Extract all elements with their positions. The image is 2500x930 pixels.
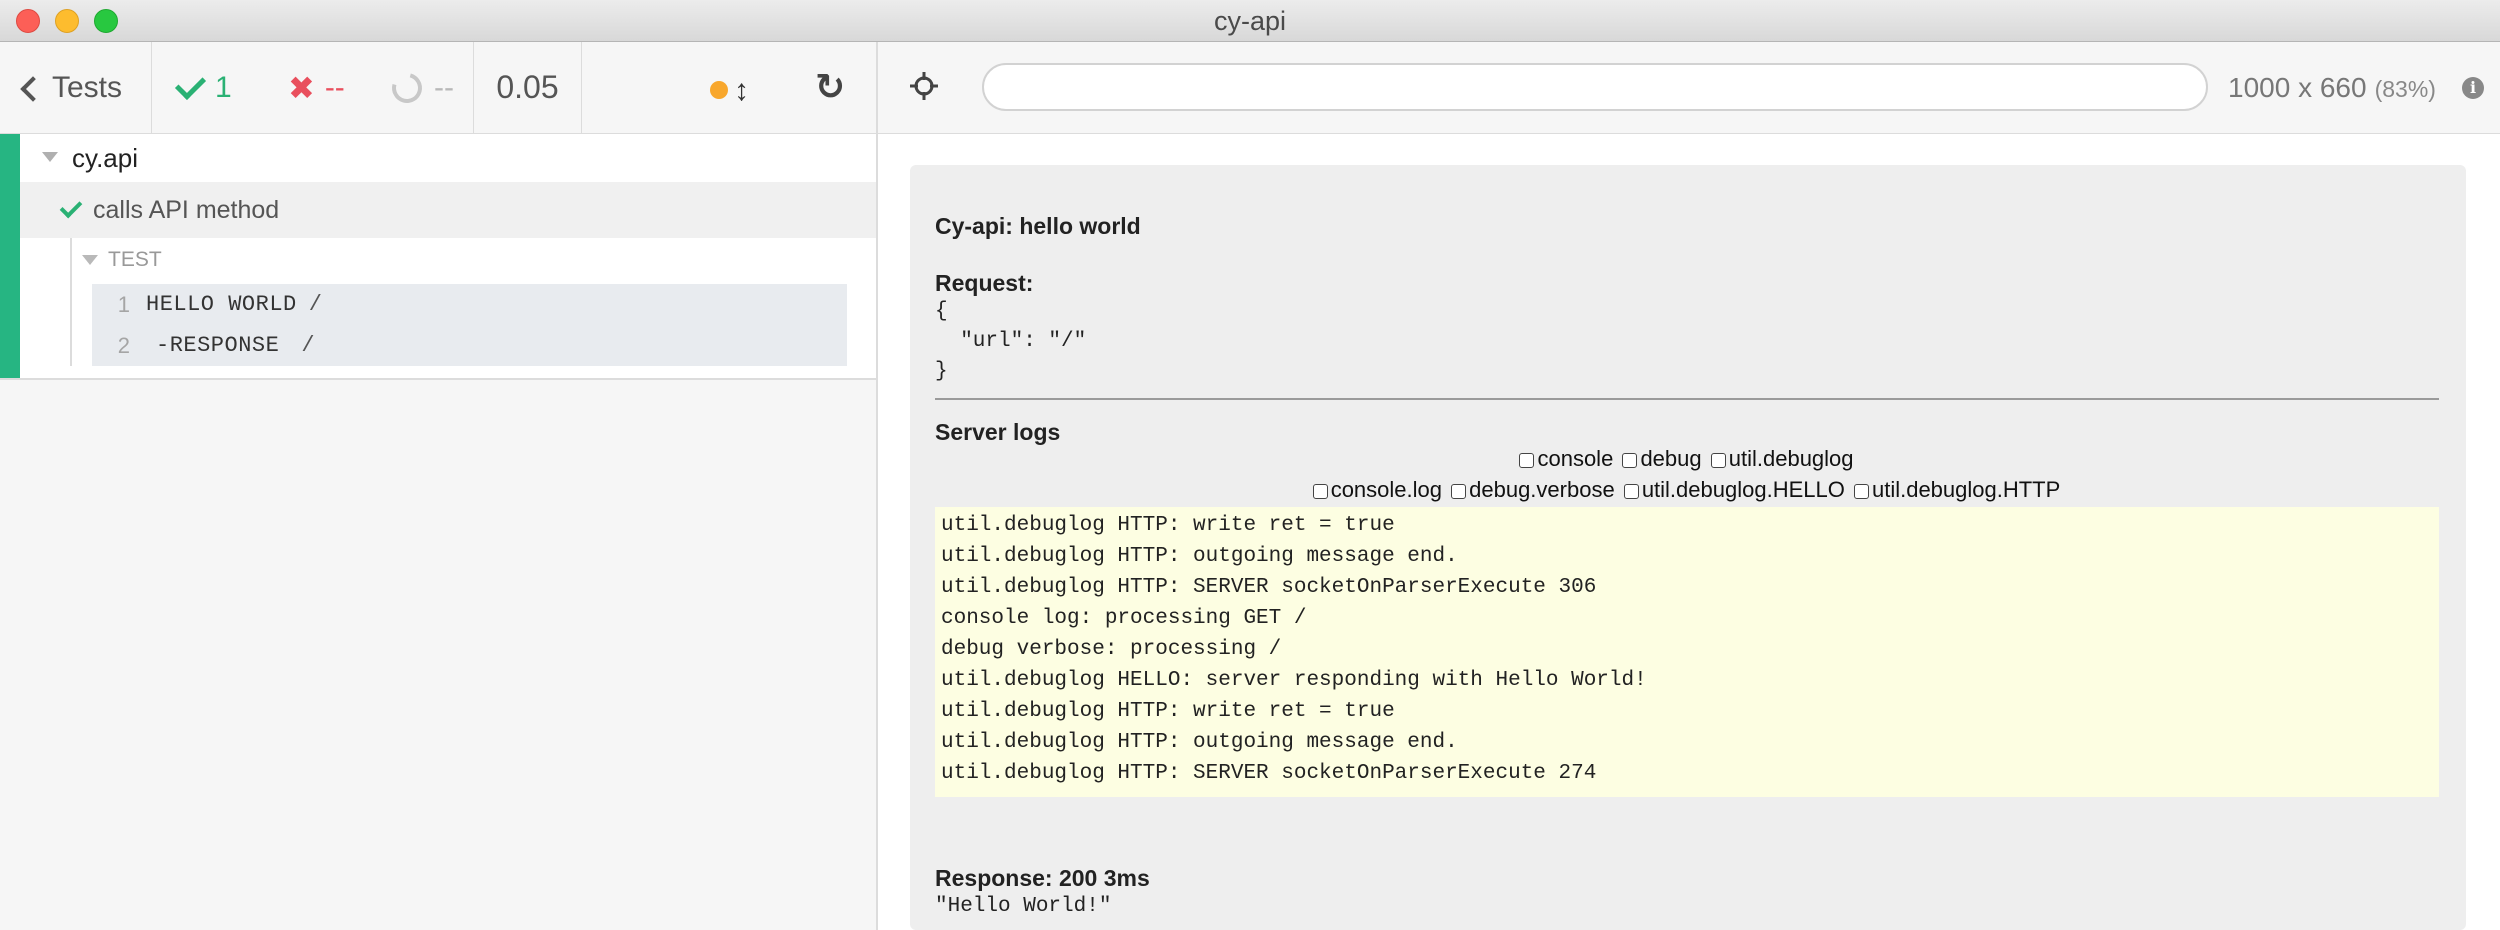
filter-label: util.debuglog.HTTP [1871, 477, 2061, 502]
test-title: calls API method [93, 196, 280, 224]
viewport-size: 1000 x 660 [2228, 72, 2367, 103]
server-logs-label: Server logs [935, 419, 1061, 445]
chevron-left-icon [20, 75, 46, 102]
filter-console-log[interactable]: console.log [1312, 477, 1442, 502]
app-title: Cy-api: hello world [935, 213, 1141, 239]
command-row[interactable]: 2 -RESPONSE / [92, 325, 847, 366]
run-duration: 0.05 [474, 42, 582, 133]
pending-spinner-icon [386, 67, 428, 108]
check-icon [174, 68, 207, 101]
command-number: 2 [117, 332, 130, 358]
filter-checkbox[interactable] [1853, 484, 1869, 499]
log-line: debug verbose: processing / [941, 638, 1282, 661]
log-line: console log: processing GET / [941, 607, 1307, 630]
filter-label: console [1537, 446, 1614, 471]
viewport-info[interactable]: 1000 x 660 (83%) [2228, 42, 2436, 133]
app-under-test-panel: 1000 x 660 (83%) i Cy-api: hello world Re… [878, 42, 2500, 930]
suite-header[interactable]: cy.api [20, 134, 876, 182]
info-icon[interactable]: i [2462, 77, 2484, 99]
command-group-title: TEST [108, 248, 162, 271]
filter-checkbox[interactable] [1710, 453, 1726, 468]
log-line: util.debuglog HTTP: outgoing message end… [941, 545, 1458, 568]
log-line: util.debuglog HTTP: write ret = true [941, 700, 1395, 723]
reload-icon[interactable]: ↻ [815, 66, 845, 108]
log-filters-row-2: console.log debug.verbose util.debuglog.… [910, 477, 2466, 503]
server-logs-box: util.debuglog HTTP: write ret = true uti… [935, 507, 2439, 797]
filter-util-debuglog[interactable]: util.debuglog [1710, 446, 1854, 471]
request-body: { "url": "/" } [935, 300, 1087, 383]
filter-debug[interactable]: debug [1622, 446, 1702, 471]
selector-playground-icon[interactable] [908, 70, 940, 102]
filter-label: debug [1640, 446, 1702, 471]
aut-header: 1000 x 660 (83%) i [878, 42, 2500, 134]
log-line: util.debuglog HTTP: SERVER socketOnParse… [941, 762, 1597, 785]
check-icon [59, 195, 83, 219]
log-line: util.debuglog HELLO: server responding w… [941, 669, 1647, 692]
filter-debug-verbose[interactable]: debug.verbose [1451, 477, 1615, 502]
passed-count-value: 1 [215, 70, 232, 104]
log-line: util.debuglog HTTP: outgoing message end… [941, 731, 1458, 754]
command-name: HELLO WORLD [146, 292, 297, 317]
log-filters-row-1: console debug util.debuglog [910, 446, 2466, 472]
filter-checkbox[interactable] [1622, 453, 1638, 468]
failed-count: ✖ -- [288, 42, 345, 133]
filter-label: util.debuglog [1728, 446, 1854, 471]
filter-checkbox[interactable] [1312, 484, 1328, 499]
reporter-header: Tests 1 ✖ -- -- 0.05 ↕ ↻ [0, 42, 876, 134]
suite-title: cy.api [72, 143, 138, 173]
filter-checkbox[interactable] [1519, 453, 1535, 468]
pending-count: -- [386, 42, 454, 133]
filter-label: debug.verbose [1469, 477, 1615, 502]
command-log: TEST 1 HELLO WORLD / 2 -RESPONSE / [20, 238, 876, 378]
viewport-scale: (83%) [2374, 76, 2436, 102]
filter-util-debuglog-hello[interactable]: util.debuglog.HELLO [1623, 477, 1845, 502]
command-guide-line [70, 238, 72, 366]
url-input[interactable] [982, 63, 2208, 111]
test-stats: 1 ✖ -- -- [152, 42, 474, 133]
aut-iframe: Cy-api: hello world Request: { "url": "/… [910, 165, 2466, 930]
filter-label: util.debuglog.HELLO [1641, 477, 1845, 502]
reporter-panel: Tests 1 ✖ -- -- 0.05 ↕ ↻ cy.api calls AP… [0, 42, 878, 930]
reporter-controls: ↕ ↻ [582, 42, 876, 133]
caret-down-icon [82, 255, 98, 266]
command-list: 1 HELLO WORLD / 2 -RESPONSE / [92, 284, 847, 366]
window-title: cy-api [1213, 6, 1287, 36]
command-number: 1 [117, 291, 130, 317]
command-name: -RESPONSE [156, 333, 280, 358]
log-line: util.debuglog HTTP: SERVER socketOnParse… [941, 576, 1597, 599]
response-body: "Hello World!" [935, 895, 1112, 918]
passed-count: 1 [174, 42, 232, 133]
command-row[interactable]: 1 HELLO WORLD / [92, 284, 847, 325]
runnable-suite: cy.api calls API method TEST 1 HELLO WOR… [0, 134, 876, 380]
failed-count-value: -- [324, 70, 345, 104]
pending-count-value: -- [434, 70, 454, 104]
filter-console[interactable]: console [1519, 446, 1613, 471]
test-header[interactable]: calls API method [20, 182, 876, 238]
filter-checkbox[interactable] [1623, 484, 1639, 499]
response-label: Response: 200 3ms [935, 865, 1150, 891]
command-group-header[interactable]: TEST [82, 248, 162, 272]
filter-label: console.log [1330, 477, 1442, 502]
suite-status-bar [0, 134, 20, 378]
command-message: / [301, 333, 315, 358]
filter-checkbox[interactable] [1451, 484, 1467, 499]
tests-button-label: Tests [52, 70, 123, 104]
caret-down-icon [42, 152, 58, 162]
filter-util-debuglog-http[interactable]: util.debuglog.HTTP [1853, 477, 2061, 502]
window-title-bar: cy-api [0, 0, 2500, 42]
tests-button[interactable]: Tests [0, 42, 152, 133]
request-label: Request: [935, 270, 1034, 296]
command-message: / [308, 292, 322, 317]
running-status-dot [710, 81, 728, 99]
section-divider [935, 398, 2439, 400]
log-line: util.debuglog HTTP: write ret = true [941, 514, 1395, 537]
resize-icon[interactable]: ↕ [734, 74, 749, 108]
x-icon: ✖ [288, 69, 315, 106]
